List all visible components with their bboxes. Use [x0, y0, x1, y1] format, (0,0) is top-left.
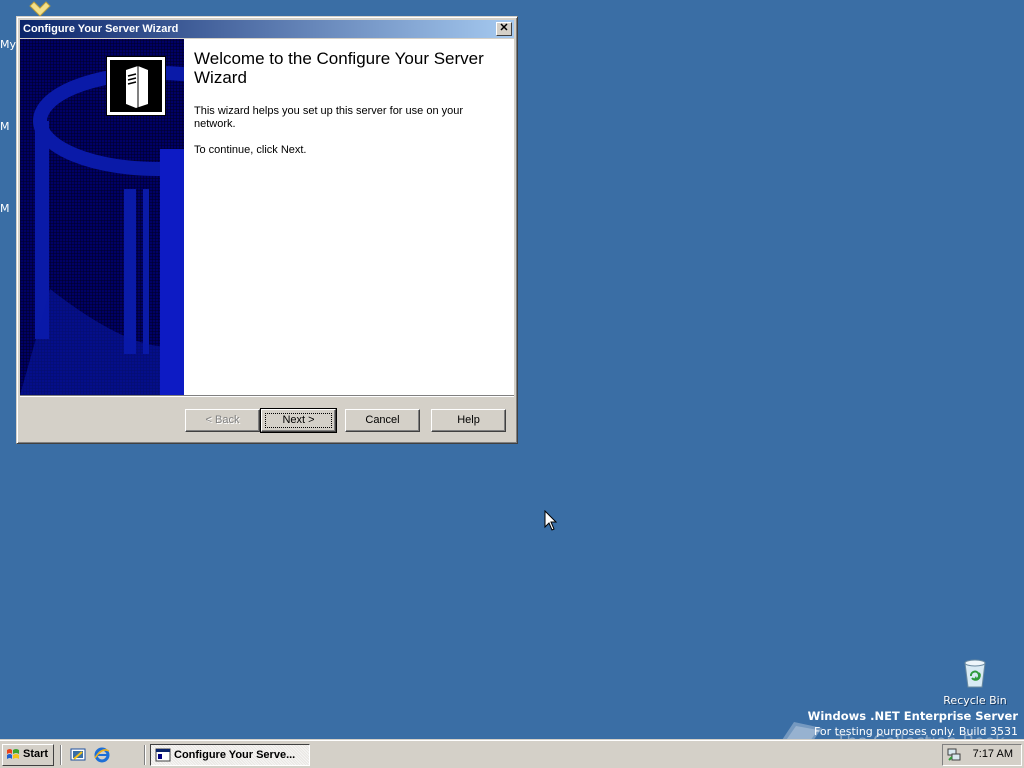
cancel-button[interactable]: Cancel [345, 409, 420, 432]
network-icon[interactable] [947, 748, 961, 762]
os-build-text: For testing purposes only. Build 3531 [813, 725, 1018, 738]
taskbar-button-label: Configure Your Serve... [174, 749, 296, 761]
start-label: Start [23, 748, 49, 760]
start-button[interactable]: Start [2, 744, 54, 766]
taskbar: Start Configure Your Serve... 7:17 AM [0, 740, 1024, 768]
internet-explorer-icon[interactable] [94, 747, 110, 763]
configure-server-wizard-window[interactable]: Configure Your Server Wizard ✕ Welcome t… [16, 16, 518, 444]
back-button[interactable]: < Back [185, 409, 260, 432]
window-titlebar[interactable]: Configure Your Server Wizard ✕ [20, 20, 514, 38]
recycle-bin-desktop-icon[interactable]: Recycle Bin [940, 656, 1010, 707]
wizard-instruction: To continue, click Next. [194, 144, 307, 156]
clock[interactable]: 7:17 AM [973, 748, 1013, 760]
os-name-text: Windows .NET Enterprise Server [807, 709, 1018, 723]
help-button[interactable]: Help [431, 409, 506, 432]
server-tower-icon [126, 66, 148, 108]
close-icon: ✕ [499, 22, 509, 34]
taskbar-button-configure-server[interactable]: Configure Your Serve... [150, 744, 310, 766]
taskbar-divider [60, 745, 62, 765]
wizard-content: Welcome to the Configure Your Server Wiz… [194, 49, 494, 157]
taskbar-divider [144, 745, 146, 765]
focus-rectangle [265, 413, 332, 428]
system-tray: 7:17 AM [942, 744, 1022, 766]
os-version-watermark: Windows .NET Enterprise Server For testi… [808, 709, 1018, 738]
recycle-bin-label: Recycle Bin [943, 694, 1007, 707]
wizard-side-banner [20, 39, 184, 395]
wizard-window-icon [155, 748, 171, 762]
server-icon-frame [106, 56, 166, 116]
window-title: Configure Your Server Wizard [23, 23, 179, 35]
wizard-description: This wizard helps you set up this server… [194, 105, 464, 130]
button-separator [20, 395, 514, 397]
close-button[interactable]: ✕ [496, 22, 512, 36]
wizard-page: Welcome to the Configure Your Server Wiz… [20, 39, 514, 395]
recycle-bin-icon [964, 659, 986, 688]
next-button[interactable]: Next > [260, 408, 337, 433]
wizard-heading: Welcome to the Configure Your Server Wiz… [194, 49, 484, 87]
show-desktop-icon[interactable] [70, 747, 86, 763]
mouse-pointer-icon [544, 510, 558, 531]
windows-flag-icon [7, 749, 19, 759]
